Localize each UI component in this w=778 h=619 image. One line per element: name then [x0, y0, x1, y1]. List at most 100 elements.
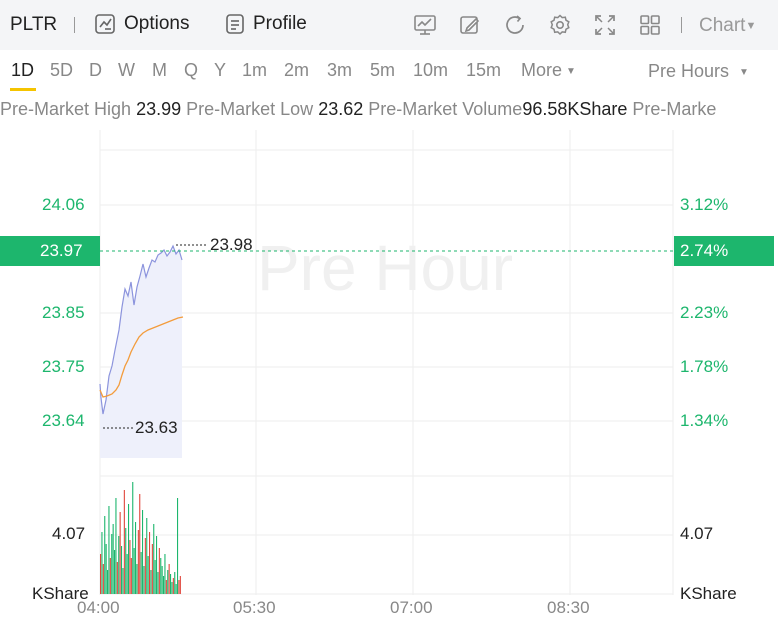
volume-bar [130, 558, 132, 594]
volume-bar [132, 482, 134, 594]
chevron-down-icon: ▼ [745, 19, 757, 32]
average-price-line [99, 316, 184, 398]
volume-bar [153, 524, 155, 594]
volume-bar [174, 572, 176, 594]
price-tick-4: 23.64 [42, 411, 85, 430]
volume-bar [135, 522, 137, 594]
volume-bar [133, 548, 135, 594]
volume-tick-right: 4.07 [680, 524, 714, 543]
period-10m[interactable]: 10m [413, 60, 448, 81]
volume-bar [164, 554, 166, 594]
volume-bar [161, 566, 163, 594]
current-pct-badge: 2.74% [674, 236, 774, 266]
volume-bar [111, 534, 113, 594]
watermark-text: Pre Hour [257, 232, 513, 304]
period-m[interactable]: M [152, 60, 167, 81]
volume-bar [179, 576, 181, 594]
indicator-icon[interactable] [413, 13, 437, 37]
time-tick-4: 08:30 [547, 598, 590, 617]
current-price-value: 23.97 [40, 241, 83, 260]
options-icon [95, 14, 115, 34]
volume-bar [157, 572, 159, 594]
volume-bar [177, 498, 179, 594]
ticker-symbol: PLTR [10, 14, 58, 35]
more-label: More [521, 60, 563, 80]
layout-icon[interactable] [638, 13, 662, 37]
volume-bar [125, 528, 127, 594]
refresh-icon[interactable] [503, 13, 527, 37]
price-chart: Pre Hour [99, 130, 674, 595]
volume-bar [108, 506, 110, 594]
volume-bar [147, 556, 149, 594]
session-dropdown[interactable]: Pre Hours ▼ [648, 61, 749, 82]
volume-bar [100, 554, 102, 594]
volume-bar [109, 558, 111, 594]
price-tick-2: 23.85 [42, 303, 85, 322]
volume-bar [144, 538, 146, 594]
fullscreen-icon[interactable] [593, 13, 617, 37]
period-5d[interactable]: 5D [50, 60, 73, 81]
settings-icon[interactable] [548, 13, 572, 37]
chart-type-label: Chart [699, 15, 746, 36]
volume-bar [163, 576, 165, 594]
period-15m[interactable]: 15m [466, 60, 501, 81]
volume-bar [156, 536, 158, 594]
period-d[interactable]: D [89, 60, 102, 81]
volume-bar [121, 546, 123, 594]
volume-bar [151, 544, 153, 594]
volume-bar [168, 564, 170, 594]
profile-button[interactable]: Profile [225, 13, 307, 35]
chart-type-dropdown[interactable]: Chart▼ [699, 15, 756, 37]
more-periods-dropdown[interactable]: More ▼ [521, 60, 576, 81]
period-1m[interactable]: 1m [242, 60, 267, 81]
volume-bar [172, 578, 174, 594]
volume-bar [142, 510, 144, 594]
pre-market-low-value: 23.62 [318, 99, 364, 119]
time-tick-3: 07:00 [390, 598, 433, 617]
divider [681, 17, 682, 33]
volume-bar [137, 530, 139, 594]
period-w[interactable]: W [118, 60, 135, 81]
current-pct-value: 2.74% [680, 241, 729, 260]
period-q[interactable]: Q [184, 60, 198, 81]
volume-bar [143, 566, 145, 594]
volume-bar [128, 504, 130, 594]
high-marker-label: 23.98 [210, 235, 253, 254]
top-toolbar: PLTR Options Profile Chart▼ [0, 0, 778, 50]
time-tick-1: 04:00 [77, 598, 120, 617]
profile-icon [226, 14, 244, 34]
profile-label: Profile [253, 13, 307, 34]
period-2m[interactable]: 2m [284, 60, 309, 81]
volume-bar [158, 548, 160, 594]
pct-tick-2: 2.23% [680, 303, 729, 322]
volume-bar [171, 582, 173, 594]
price-line [99, 244, 183, 415]
volume-bar [178, 580, 180, 594]
volume-bar [165, 580, 167, 594]
draw-icon[interactable] [458, 13, 482, 37]
pre-market-stats: Pre-Market High 23.99 Pre-Market Low 23.… [0, 99, 778, 123]
options-label: Options [124, 13, 190, 34]
options-button[interactable]: Options [94, 13, 189, 35]
volume-bar [104, 516, 106, 594]
volume-bar [150, 570, 152, 594]
period-y[interactable]: Y [214, 60, 226, 81]
volume-bar [129, 540, 131, 594]
volume-tick-left: 4.07 [52, 524, 86, 543]
pct-tick-1: 3.12% [680, 195, 729, 214]
period-3m[interactable]: 3m [327, 60, 352, 81]
volume-bar [126, 554, 128, 594]
session-label: Pre Hours [648, 61, 730, 81]
price-tick-3: 23.75 [42, 357, 85, 376]
volume-bar [119, 512, 121, 594]
period-5m[interactable]: 5m [370, 60, 395, 81]
volume-bar [146, 518, 148, 594]
volume-bar [160, 558, 162, 594]
volume-bar [101, 532, 103, 594]
volume-bar [140, 552, 142, 594]
volume-unit-right: KShare [680, 584, 737, 603]
volume-bar [167, 570, 169, 594]
active-period-indicator [10, 88, 36, 91]
period-1d[interactable]: 1D [11, 60, 34, 81]
volume-bar [105, 544, 107, 594]
